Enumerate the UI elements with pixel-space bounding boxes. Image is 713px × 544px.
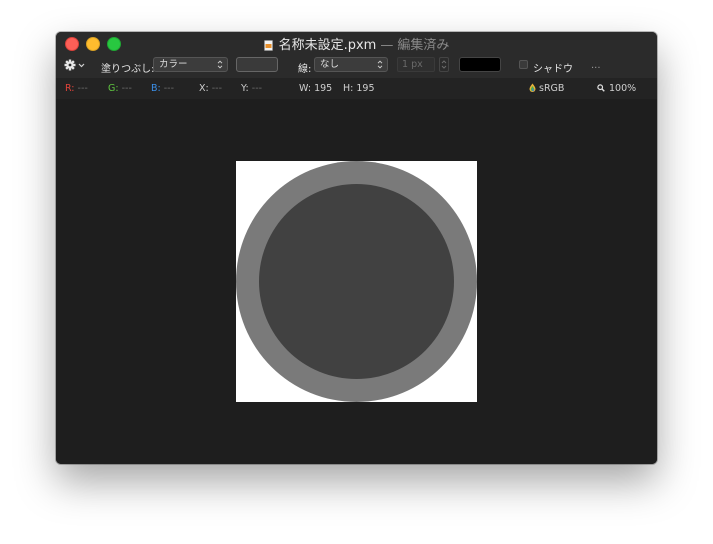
x-value: --- <box>211 83 223 94</box>
app-window: 名称未設定.pxm — 編集済み 塗りつぶし: カラー 線: なし 1 px シ… <box>56 32 657 464</box>
stroke-type-select[interactable]: なし <box>314 57 388 72</box>
toolbar: 塗りつぶし: カラー 線: なし 1 px シャドウ ... <box>56 54 657 79</box>
shadow-checkbox[interactable] <box>519 60 528 69</box>
more-button[interactable]: ... <box>591 60 601 71</box>
fill-type-select[interactable]: カラー <box>153 57 228 72</box>
stroke-label: 線: <box>298 64 312 75</box>
stroke-color-well[interactable] <box>459 57 501 72</box>
edited-status: 編集済み <box>397 38 450 53</box>
stroke-width-stepper[interactable] <box>439 57 449 72</box>
height-label: H: <box>343 83 354 94</box>
stroke-width-field[interactable]: 1 px <box>397 57 435 72</box>
green-value: --- <box>121 83 132 94</box>
x-readout: X: --- <box>199 83 222 94</box>
blue-readout: B: --- <box>151 83 174 94</box>
magnifier-icon <box>597 84 605 92</box>
red-value: --- <box>77 83 88 94</box>
canvas-area[interactable] <box>56 99 657 464</box>
window-title: 名称未設定.pxm — 編集済み <box>56 34 657 53</box>
width-readout: W: 195 <box>299 83 332 94</box>
color-drop-icon <box>529 83 536 92</box>
height-readout: H: 195 <box>343 83 375 94</box>
shadow-label: シャドウ <box>533 64 573 75</box>
fill-label: 塗りつぶし: <box>101 64 155 75</box>
colorspace-readout[interactable]: sRGB <box>529 83 564 94</box>
stepper-arrows-icon <box>441 60 447 69</box>
y-readout: Y: --- <box>241 83 262 94</box>
zoom-value: 100% <box>609 83 637 94</box>
red-label: R: <box>65 83 75 94</box>
colorspace-value: sRGB <box>539 83 565 94</box>
fill-type-value: カラー <box>159 59 188 70</box>
document-canvas[interactable] <box>236 161 477 402</box>
gear-icon[interactable] <box>64 58 86 72</box>
y-value: --- <box>251 83 263 94</box>
x-label: X: <box>199 83 209 94</box>
height-value: 195 <box>356 83 375 94</box>
width-label: W: <box>299 83 312 94</box>
zoom-readout[interactable]: 100% <box>597 83 636 94</box>
y-label: Y: <box>241 83 249 94</box>
green-readout: G: --- <box>108 83 132 94</box>
chevron-updown-icon <box>217 60 223 69</box>
green-label: G: <box>108 83 119 94</box>
fill-color-well[interactable] <box>236 57 278 72</box>
stroke-type-value: なし <box>320 59 340 70</box>
document-icon <box>263 40 273 51</box>
chevron-updown-icon <box>377 60 383 69</box>
width-value: 195 <box>314 83 333 94</box>
title-separator: — <box>380 38 394 53</box>
title-bar[interactable]: 名称未設定.pxm — 編集済み <box>56 32 657 54</box>
circle-shape[interactable] <box>236 161 477 402</box>
blue-label: B: <box>151 83 161 94</box>
red-readout: R: --- <box>65 83 88 94</box>
blue-value: --- <box>163 83 175 94</box>
info-bar: R: --- G: --- B: --- X: --- Y: --- W: 19… <box>56 78 657 100</box>
document-name: 名称未設定.pxm <box>278 38 377 53</box>
